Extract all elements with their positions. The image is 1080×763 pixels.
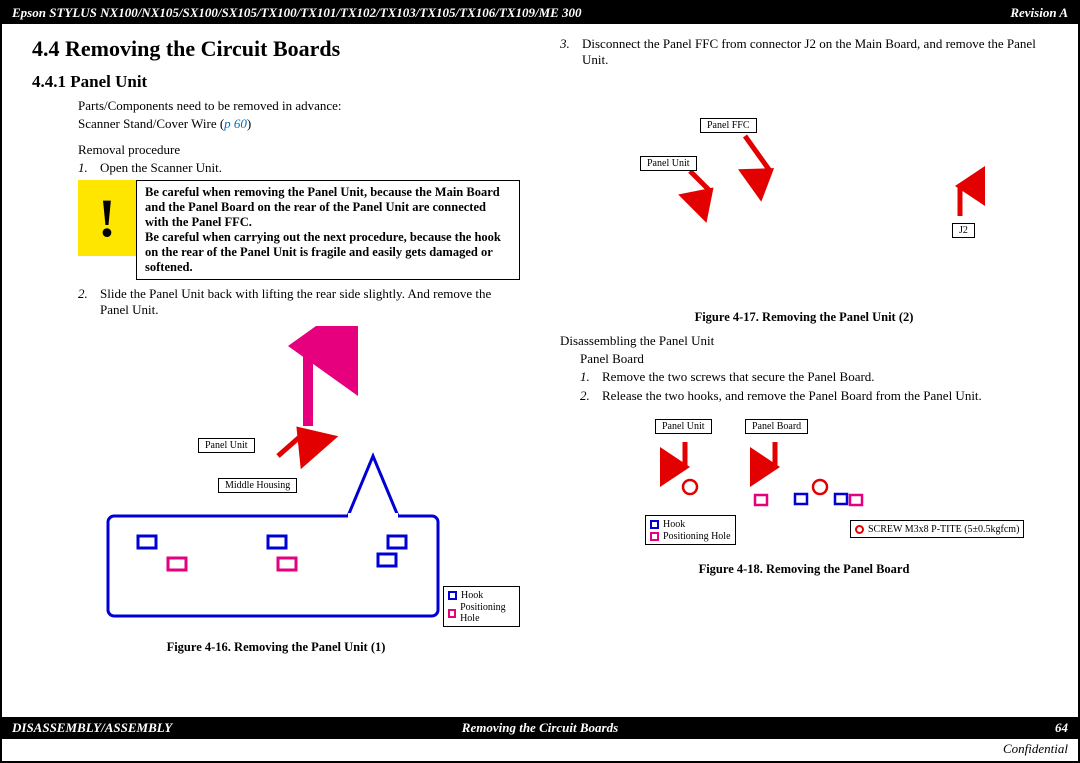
panel-board-steps: 1.Remove the two screws that secure the … (580, 369, 1048, 404)
list-item: 2.Release the two hooks, and remove the … (580, 388, 1048, 404)
header-revision: Revision A (1010, 5, 1068, 21)
label-panel-ffc: Panel FFC (700, 118, 757, 133)
procedure-label: Removal procedure (78, 142, 520, 158)
figure-4-16: Panel Unit Middle Housing Hook Positioni… (78, 326, 520, 636)
section-heading: 4.4 Removing the Circuit Boards (32, 36, 520, 62)
warning-box: ! Be careful when removing the Panel Uni… (78, 180, 520, 280)
header-title: Epson STYLUS NX100/NX105/SX100/SX105/TX1… (12, 5, 582, 21)
footer-page: 64 (1055, 720, 1068, 736)
footer-confidential: Confidential (2, 739, 1078, 761)
label-panel-unit: Panel Unit (198, 438, 255, 453)
warning-icon: ! (78, 180, 136, 256)
page-ref-link[interactable]: p 60 (224, 116, 247, 131)
list-item: 1.Open the Scanner Unit. (78, 160, 520, 176)
label-panel-unit: Panel Unit (640, 156, 697, 171)
footer-left: DISASSEMBLY/ASSEMBLY (12, 720, 172, 736)
removal-steps-cont: 2.Slide the Panel Unit back with lifting… (78, 286, 520, 318)
panel-board-label: Panel Board (580, 351, 1048, 367)
legend-hook: Hook (650, 519, 731, 530)
figure-4-17: Panel FFC Panel Unit J2 (560, 76, 1048, 306)
warning-text: Be careful when removing the Panel Unit,… (136, 180, 520, 280)
legend-hook: Hook (448, 590, 515, 601)
subsection-heading: 4.4.1 Panel Unit (32, 72, 520, 92)
header-bar: Epson STYLUS NX100/NX105/SX100/SX105/TX1… (2, 2, 1078, 24)
prereq-text: Parts/Components need to be removed in a… (78, 98, 520, 114)
right-column: 3.Disconnect the Panel FFC from connecto… (560, 36, 1048, 655)
legend-screw: SCREW M3x8 P-TITE (5±0.5kgfcm) (855, 524, 1019, 535)
figure-caption: Figure 4-17. Removing the Panel Unit (2) (560, 310, 1048, 325)
legend-pos-hole: Positioning Hole (448, 602, 515, 624)
label-j2: J2 (952, 223, 975, 238)
disassembling-heading: Disassembling the Panel Unit (560, 333, 1048, 349)
list-item: 1.Remove the two screws that secure the … (580, 369, 1048, 385)
legend-pos-hole: Positioning Hole (650, 531, 731, 542)
label-panel-unit2: Panel Unit (655, 419, 712, 434)
list-item: 2.Slide the Panel Unit back with lifting… (78, 286, 520, 318)
figure-4-18: Panel Unit Panel Board Hook Positioning … (560, 412, 1048, 562)
left-column: 4.4 Removing the Circuit Boards 4.4.1 Pa… (32, 36, 520, 655)
list-item: 3.Disconnect the Panel FFC from connecto… (560, 36, 1048, 68)
figure-caption: Figure 4-16. Removing the Panel Unit (1) (32, 640, 520, 655)
removal-steps: 1.Open the Scanner Unit. (78, 160, 520, 176)
figure-caption: Figure 4-18. Removing the Panel Board (560, 562, 1048, 577)
removal-steps-right: 3.Disconnect the Panel FFC from connecto… (560, 36, 1048, 68)
label-panel-board: Panel Board (745, 419, 808, 434)
label-middle-housing: Middle Housing (218, 478, 297, 493)
prereq-link-line: Scanner Stand/Cover Wire (p 60) (78, 116, 520, 132)
footer: Removing the Circuit Boards DISASSEMBLY/… (2, 717, 1078, 761)
